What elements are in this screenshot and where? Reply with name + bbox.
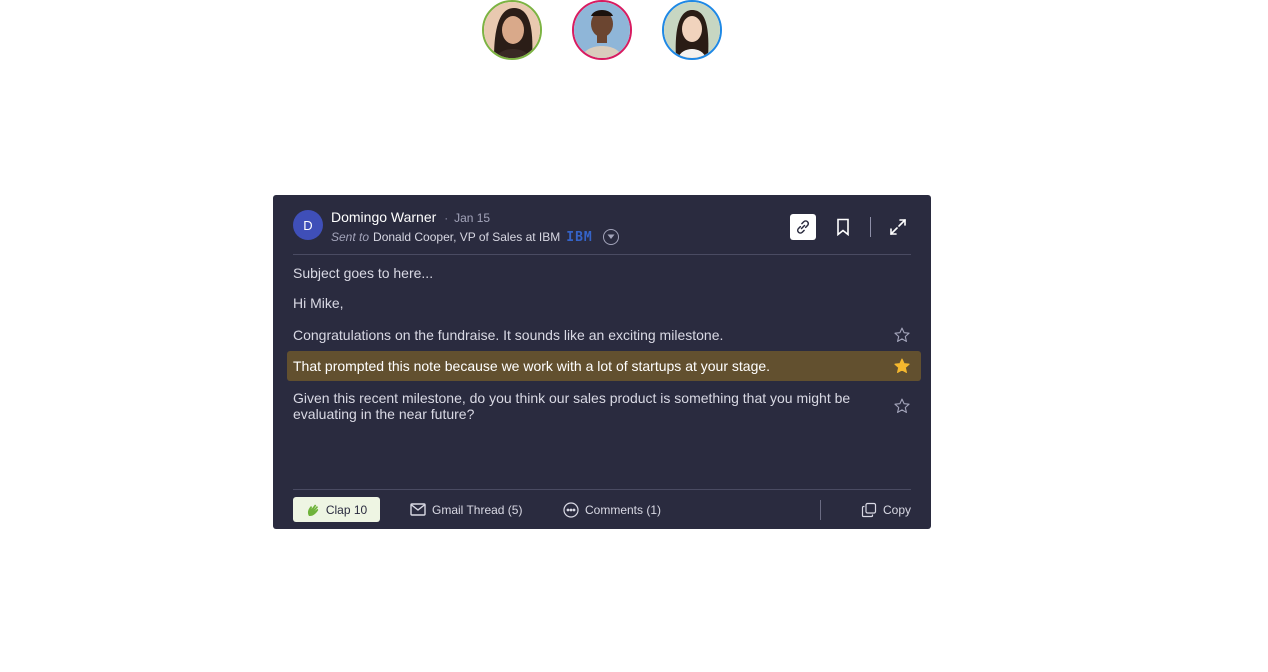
gmail-icon bbox=[410, 503, 426, 516]
avatar-woman-asian[interactable] bbox=[662, 0, 722, 60]
recipient-name[interactable]: Donald Cooper, VP of Sales at IBM bbox=[373, 230, 560, 244]
sender-avatar[interactable]: D bbox=[293, 210, 323, 240]
email-card: D Domingo Warner · Jan 15 Sent to Donald… bbox=[273, 195, 931, 529]
email-header: D Domingo Warner · Jan 15 Sent to Donald… bbox=[293, 209, 911, 255]
clap-icon bbox=[307, 504, 319, 516]
comments-label: Comments (1) bbox=[585, 502, 662, 517]
email-line-text: Congratulations on the fundraise. It sou… bbox=[293, 327, 724, 343]
clap-button[interactable]: Clap 10 bbox=[293, 497, 380, 522]
bookmark-icon bbox=[837, 218, 849, 236]
star-icon-filled[interactable] bbox=[893, 357, 911, 375]
chevron-down-icon bbox=[607, 234, 615, 239]
recipient-line: Sent to Donald Cooper, VP of Sales at IB… bbox=[331, 229, 619, 245]
email-date: Jan 15 bbox=[454, 211, 491, 225]
sender-name[interactable]: Domingo Warner bbox=[331, 209, 436, 225]
gmail-thread-label: Gmail Thread (5) bbox=[432, 502, 523, 517]
copy-label: Copy bbox=[882, 502, 911, 517]
avatar-man[interactable] bbox=[572, 0, 632, 60]
email-greeting: Hi Mike, bbox=[293, 295, 344, 311]
copy-button[interactable]: Copy bbox=[861, 497, 911, 522]
header-toolbar bbox=[790, 214, 911, 240]
toolbar-divider bbox=[870, 217, 871, 237]
email-line-highlighted[interactable]: That prompted this note because we work … bbox=[287, 351, 921, 381]
email-line[interactable]: Given this recent milestone, do you thin… bbox=[287, 390, 921, 422]
sender-line: Domingo Warner · Jan 15 bbox=[331, 209, 490, 225]
copy-icon bbox=[861, 502, 877, 517]
star-icon[interactable] bbox=[893, 397, 911, 415]
email-footer: Clap 10 Gmail Thread (5) Comments (1) Co… bbox=[293, 489, 911, 530]
expand-icon bbox=[890, 219, 906, 235]
copy-link-button[interactable] bbox=[790, 214, 816, 240]
avatar-woman-dark-hair[interactable] bbox=[482, 0, 542, 60]
email-line[interactable]: Congratulations on the fundraise. It sou… bbox=[287, 326, 921, 344]
separator-dot: · bbox=[444, 211, 449, 225]
recipient-dropdown-button[interactable] bbox=[602, 229, 619, 245]
comments-icon bbox=[563, 501, 579, 518]
avatar-row bbox=[482, 0, 722, 60]
email-subject: Subject goes to here... bbox=[293, 265, 434, 281]
footer-divider bbox=[820, 500, 821, 520]
expand-button[interactable] bbox=[885, 214, 911, 240]
link-icon bbox=[796, 220, 810, 234]
clap-label: Clap 10 bbox=[325, 502, 368, 517]
gmail-thread-button[interactable]: Gmail Thread (5) bbox=[410, 497, 522, 522]
company-logo: IBM bbox=[566, 229, 593, 245]
sent-to-label: Sent to bbox=[331, 230, 370, 244]
email-line-text: Given this recent milestone, do you thin… bbox=[293, 390, 851, 422]
star-icon[interactable] bbox=[893, 326, 911, 344]
email-line-text: That prompted this note because we work … bbox=[293, 358, 771, 374]
comments-button[interactable]: Comments (1) bbox=[563, 497, 661, 522]
bookmark-button[interactable] bbox=[830, 214, 856, 240]
